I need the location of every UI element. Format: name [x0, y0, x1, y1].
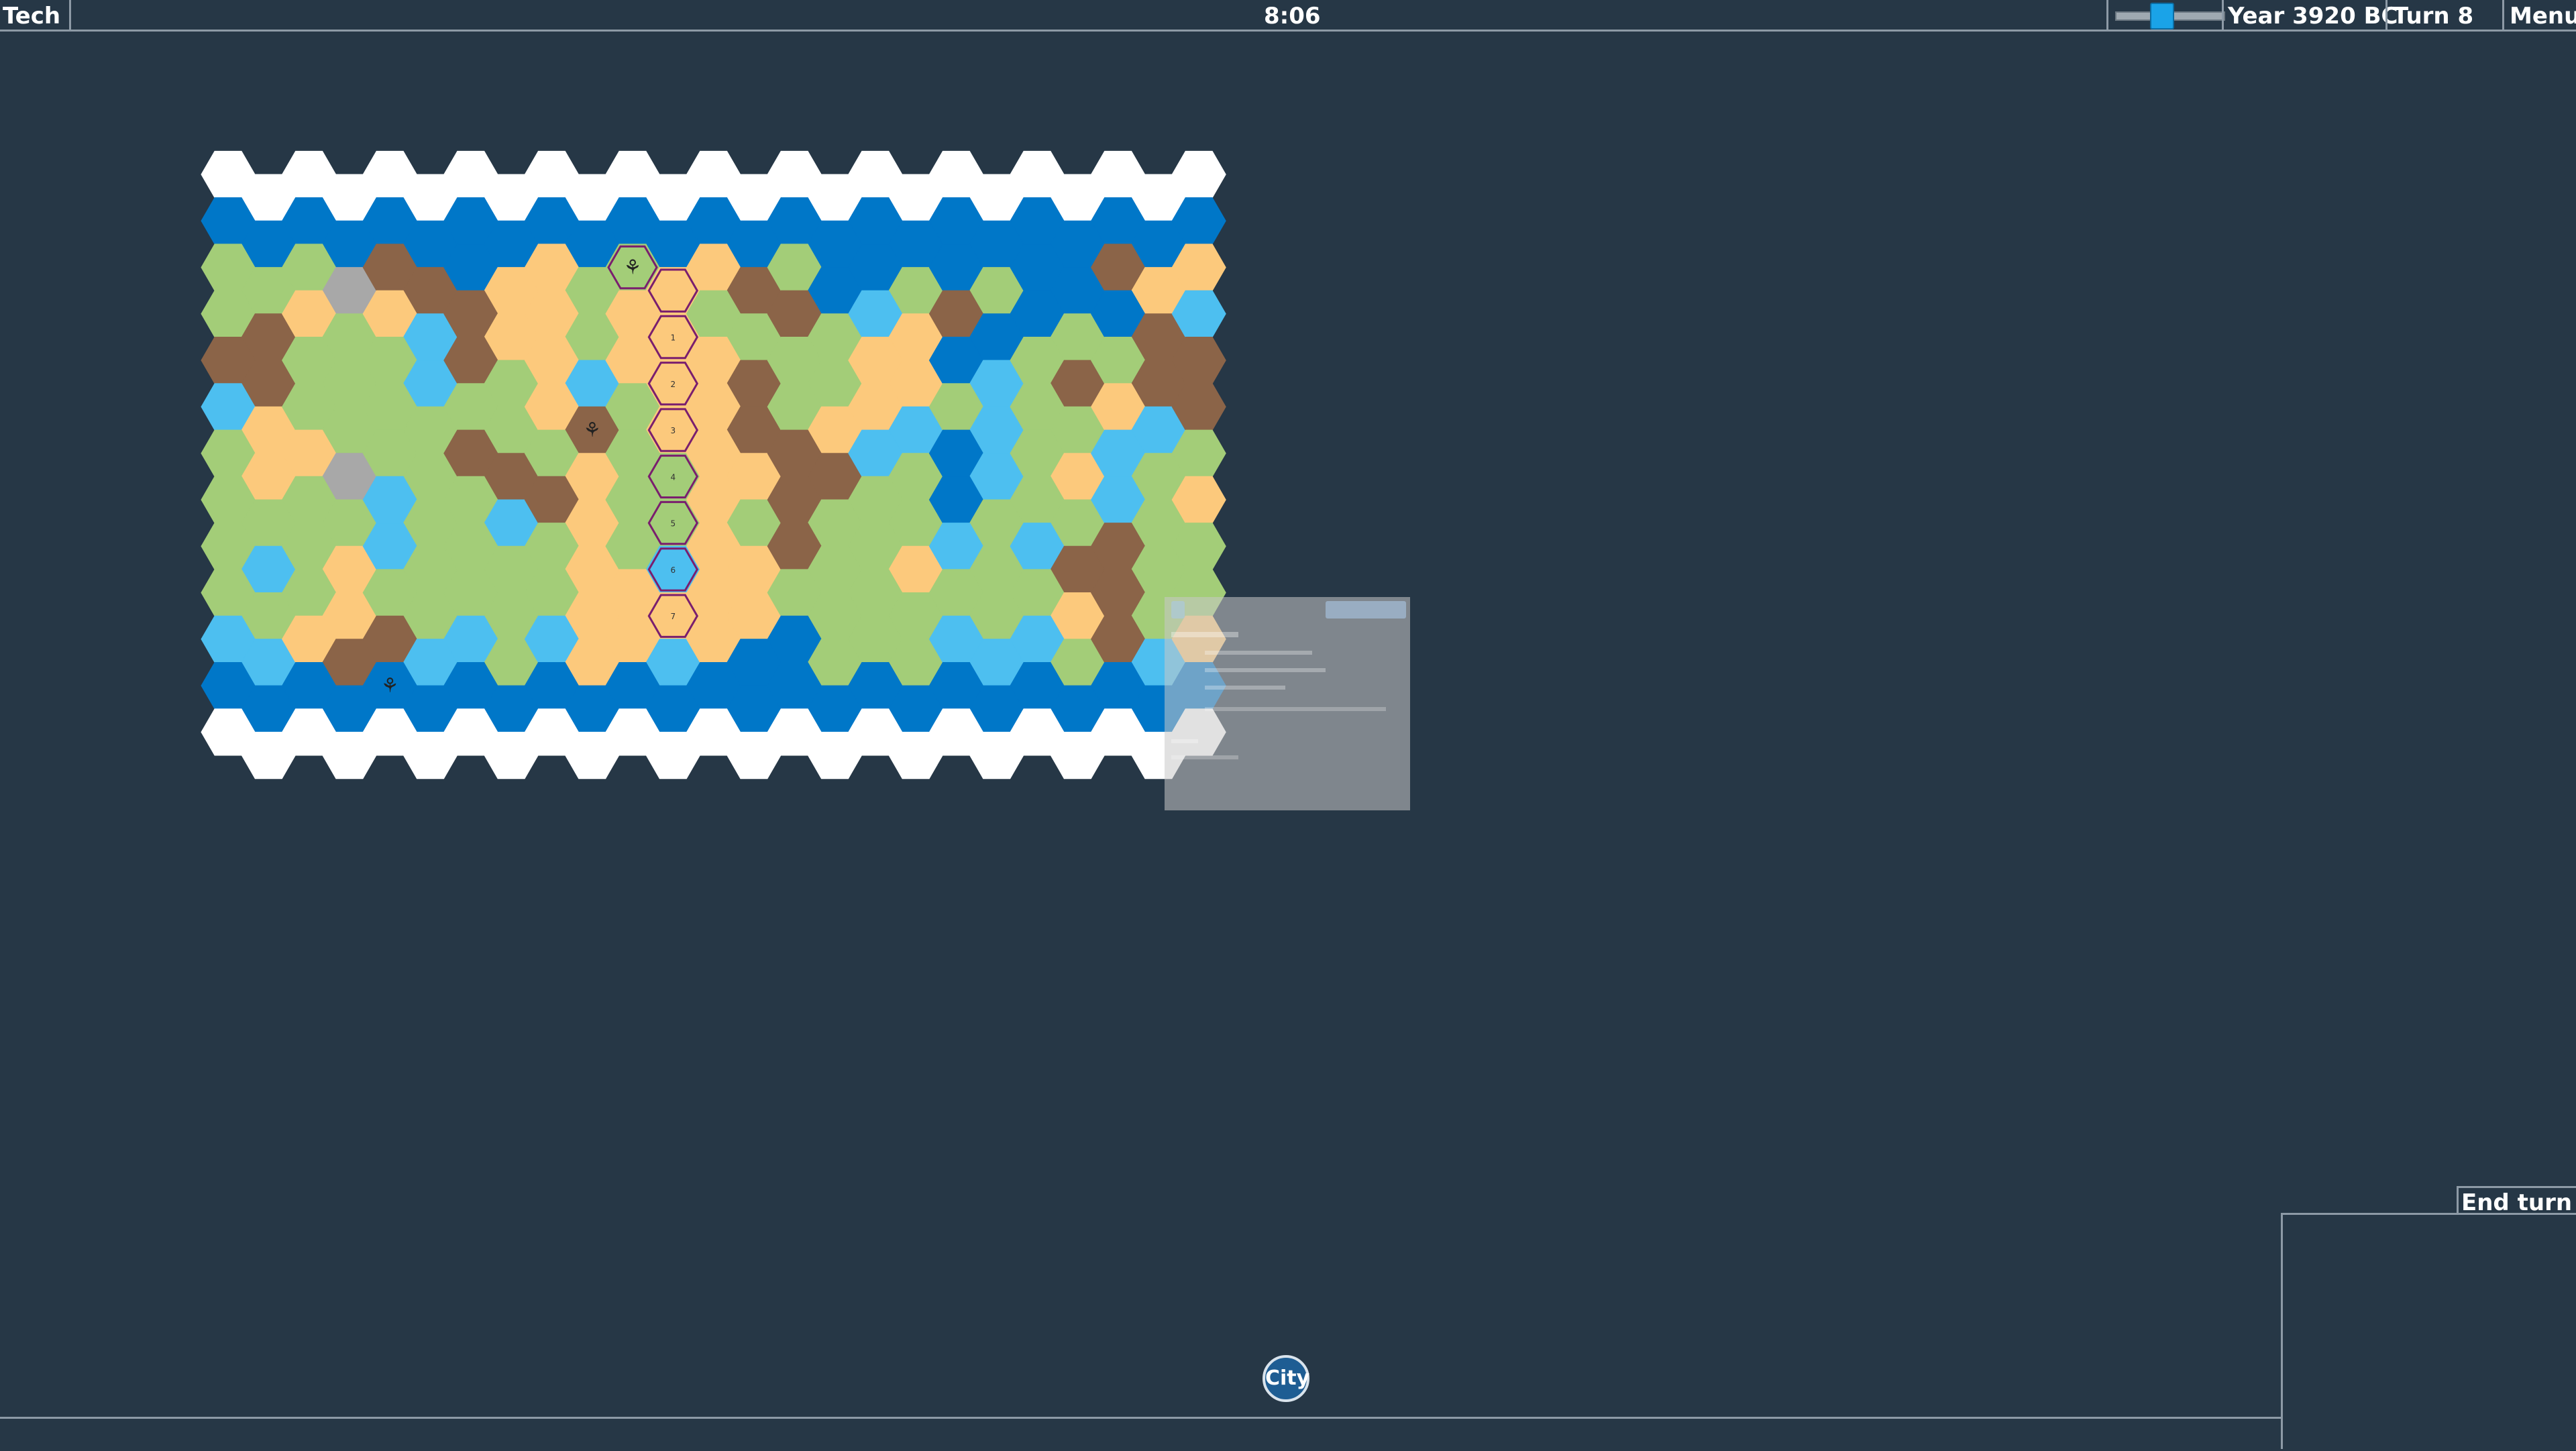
- move-path-number: 2: [670, 380, 676, 389]
- ghost-line: [1171, 755, 1238, 759]
- end-turn-button[interactable]: End turn: [2457, 1186, 2576, 1216]
- ghost-button-left: [1171, 601, 1185, 619]
- minimap-panel[interactable]: [2281, 1213, 2576, 1449]
- ghost-line: [1171, 632, 1238, 637]
- ghost-line: [1205, 668, 1326, 672]
- move-path-number: 7: [670, 612, 676, 621]
- ghost-button-right: [1326, 601, 1406, 619]
- tiles-layer: [201, 150, 1226, 780]
- move-path-number: 4: [670, 472, 676, 482]
- move-path-number: 3: [670, 426, 676, 435]
- city-button[interactable]: City: [1263, 1355, 1309, 1402]
- settler-unit-2[interactable]: ⚘: [583, 419, 601, 442]
- move-path-number: 5: [670, 519, 676, 529]
- settler-unit-3[interactable]: ⚘: [381, 674, 399, 698]
- ghost-line: [1205, 707, 1386, 711]
- move-path-number: 1: [670, 333, 676, 342]
- ghost-overlay-panel: [1165, 597, 1410, 810]
- bottom-status-bar: [0, 1417, 2281, 1451]
- ghost-line: [1205, 686, 1285, 690]
- settler-unit-1[interactable]: ⚘: [624, 256, 642, 280]
- ghost-line: [1171, 739, 1198, 743]
- ghost-line: [1205, 651, 1312, 655]
- move-path-number: 6: [670, 566, 676, 575]
